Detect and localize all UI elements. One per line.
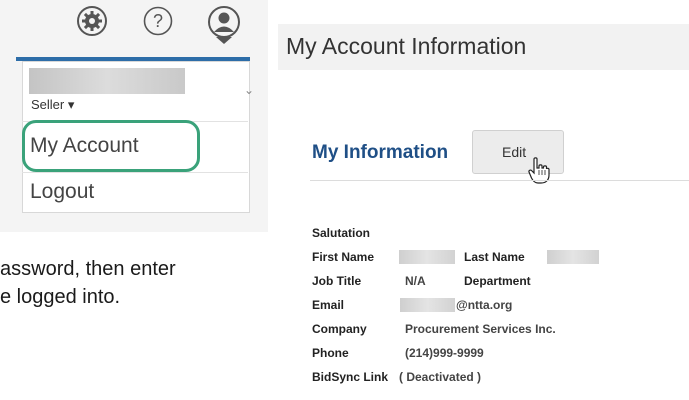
role-selector[interactable]: Seller ▾ [31,97,74,113]
user-icon[interactable] [208,6,240,44]
job-title-value: N/A [405,274,426,288]
job-title-label: Job Title [312,274,362,288]
redacted-username [29,68,185,94]
last-name-label: Last Name [464,250,525,264]
redacted-last-name [547,250,599,264]
hand-cursor-icon [527,156,551,191]
section-title: My Information [312,142,449,163]
logout-menu-item[interactable]: Logout [30,180,94,204]
first-name-label: First Name [312,250,375,264]
phone-label: Phone [312,346,349,360]
dropdown-divider [22,172,248,173]
page-title: My Account Information [286,33,527,59]
my-account-menu-item[interactable]: My Account [30,134,139,158]
company-label: Company [312,322,367,336]
help-icon[interactable]: ? [143,6,173,36]
chevron-down-icon: ⌄ [244,83,255,97]
redacted-email-user [400,298,455,312]
edit-button-label[interactable]: Edit [502,144,526,160]
instruction-text-line: e logged into. [0,286,121,308]
bidsync-link-value: ( Deactivated ) [399,370,482,384]
redacted-first-name [399,250,455,264]
section-divider [310,180,689,181]
svg-text:?: ? [153,11,163,31]
bidsync-link-label: BidSync Link [312,370,389,384]
email-value: @ntta.org [456,298,513,312]
department-label: Department [464,274,531,288]
email-label: Email [312,298,345,312]
instruction-text-line: assword, then enter [0,258,176,280]
salutation-label: Salutation [312,226,371,240]
gear-icon[interactable] [77,6,107,36]
company-value: Procurement Services Inc. [405,322,556,336]
phone-value: (214)999-9999 [405,346,484,360]
